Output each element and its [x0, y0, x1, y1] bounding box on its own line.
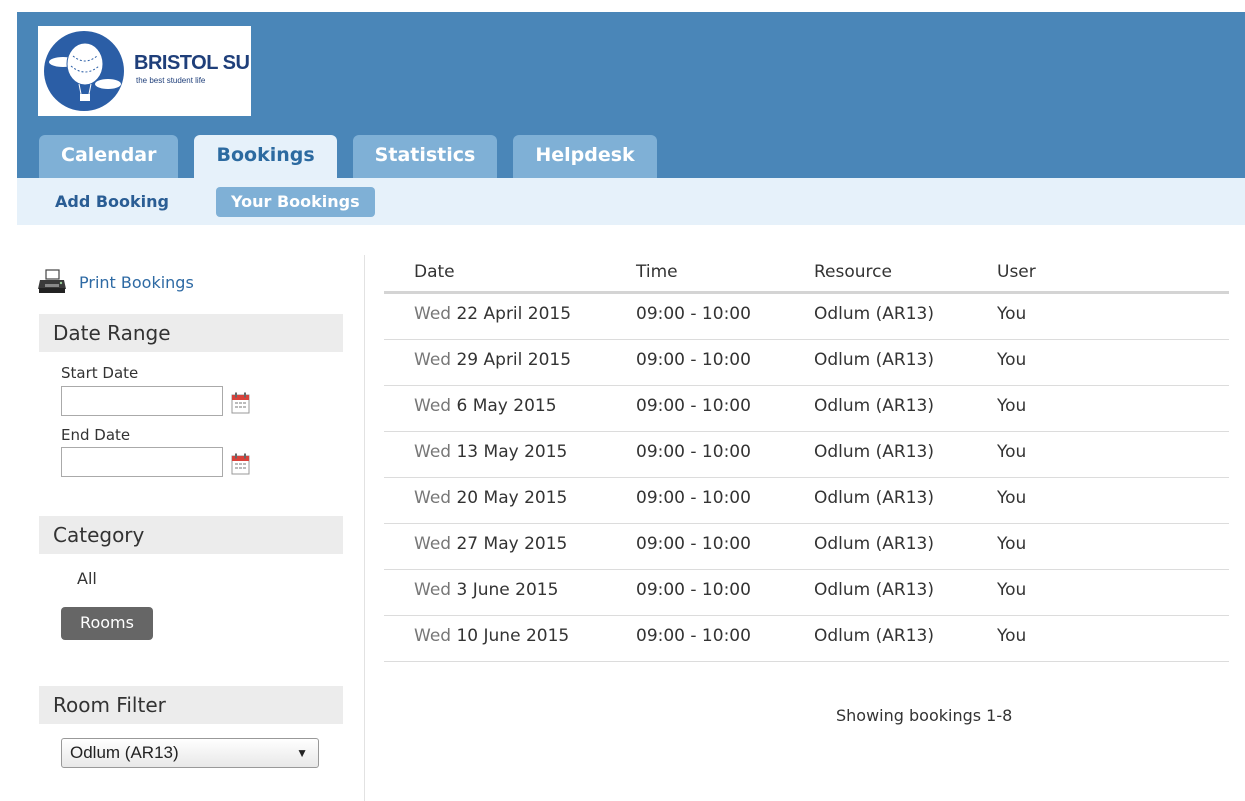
booking-resource: Odlum (AR13)	[814, 442, 934, 462]
table-row[interactable]: Wed 27 May 2015 09:00 - 10:00 Odlum (AR1…	[384, 524, 1229, 570]
booking-user: You	[997, 534, 1027, 554]
end-date-calendar-icon[interactable]	[231, 453, 250, 475]
table-row[interactable]: Wed 13 May 2015 09:00 - 10:00 Odlum (AR1…	[384, 432, 1229, 478]
booking-user: You	[997, 304, 1027, 324]
table-header: Date Time Resource User	[384, 255, 1229, 294]
category-all-option[interactable]: All	[77, 569, 97, 588]
booking-time: 09:00 - 10:00	[636, 304, 751, 324]
booking-time: 09:00 - 10:00	[636, 488, 751, 508]
booking-time: 09:00 - 10:00	[636, 580, 751, 600]
column-divider	[364, 255, 365, 801]
booking-date: Wed 3 June 2015	[414, 580, 559, 600]
booking-resource: Odlum (AR13)	[814, 626, 934, 646]
tab-calendar[interactable]: Calendar	[39, 135, 179, 178]
booking-time: 09:00 - 10:00	[636, 534, 751, 554]
booking-time: 09:00 - 10:00	[636, 350, 751, 370]
booking-user: You	[997, 580, 1027, 600]
booking-time: 09:00 - 10:00	[636, 442, 751, 462]
booking-user: You	[997, 396, 1027, 416]
room-filter-heading: Room Filter	[39, 686, 343, 724]
date-range-heading: Date Range	[39, 314, 343, 352]
start-date-label: Start Date	[61, 364, 139, 382]
brand-name: BRISTOL SU	[134, 52, 250, 74]
booking-date: Wed 6 May 2015	[414, 396, 557, 416]
bookings-summary: Showing bookings 1-8	[836, 706, 1013, 725]
tab-helpdesk[interactable]: Helpdesk	[513, 135, 657, 178]
end-date-label: End Date	[61, 426, 131, 444]
booking-date: Wed 10 June 2015	[414, 626, 570, 646]
sub-navigation: Add Booking Your Bookings	[17, 178, 1245, 225]
booking-time: 09:00 - 10:00	[636, 626, 751, 646]
booking-user: You	[997, 626, 1027, 646]
category-rooms-option[interactable]: Rooms	[61, 607, 153, 640]
category-heading: Category	[39, 516, 343, 554]
booking-user: You	[997, 488, 1027, 508]
table-row[interactable]: Wed 10 June 2015 09:00 - 10:00 Odlum (AR…	[384, 616, 1229, 662]
time-column-header[interactable]: Time	[636, 262, 678, 282]
table-row[interactable]: Wed 6 May 2015 09:00 - 10:00 Odlum (AR13…	[384, 386, 1229, 432]
print-bookings-label: Print Bookings	[79, 272, 194, 292]
start-date-calendar-icon[interactable]	[231, 392, 250, 414]
bristol-su-logo[interactable]: BRISTOL SU the best student life	[38, 26, 251, 116]
room-filter-select[interactable]: Odlum (AR13) ▼	[61, 738, 319, 768]
print-bookings-link[interactable]: Print Bookings	[37, 268, 194, 296]
user-column-header[interactable]: User	[997, 262, 1036, 282]
booking-resource: Odlum (AR13)	[814, 396, 934, 416]
booking-user: You	[997, 442, 1027, 462]
end-date-input[interactable]	[61, 447, 223, 477]
booking-date: Wed 13 May 2015	[414, 442, 568, 462]
booking-time: 09:00 - 10:00	[636, 396, 751, 416]
booking-resource: Odlum (AR13)	[814, 534, 934, 554]
table-row[interactable]: Wed 20 May 2015 09:00 - 10:00 Odlum (AR1…	[384, 478, 1229, 524]
booking-resource: Odlum (AR13)	[814, 304, 934, 324]
booking-date: Wed 27 May 2015	[414, 534, 568, 554]
booking-resource: Odlum (AR13)	[814, 488, 934, 508]
booking-resource: Odlum (AR13)	[814, 350, 934, 370]
table-row[interactable]: Wed 22 April 2015 09:00 - 10:00 Odlum (A…	[384, 294, 1229, 340]
booking-date: Wed 22 April 2015	[414, 304, 572, 324]
tab-bookings[interactable]: Bookings	[194, 135, 337, 178]
printer-icon	[38, 269, 66, 293]
date-column-header[interactable]: Date	[414, 262, 455, 282]
dropdown-arrow-icon: ▼	[296, 746, 308, 760]
brand-tagline: the best student life	[136, 76, 206, 85]
table-row[interactable]: Wed 3 June 2015 09:00 - 10:00 Odlum (AR1…	[384, 570, 1229, 616]
table-row[interactable]: Wed 29 April 2015 09:00 - 10:00 Odlum (A…	[384, 340, 1229, 386]
start-date-input[interactable]	[61, 386, 223, 416]
main-tabs: Calendar Bookings Statistics Helpdesk	[39, 135, 673, 178]
add-booking-link[interactable]: Add Booking	[55, 187, 169, 217]
booking-resource: Odlum (AR13)	[814, 580, 934, 600]
room-filter-value: Odlum (AR13)	[70, 743, 179, 762]
tab-statistics[interactable]: Statistics	[352, 135, 498, 178]
booking-date: Wed 29 April 2015	[414, 350, 572, 370]
site-header: BRISTOL SU the best student life Calenda…	[17, 12, 1245, 178]
your-bookings-link[interactable]: Your Bookings	[216, 187, 375, 217]
booking-user: You	[997, 350, 1027, 370]
booking-date: Wed 20 May 2015	[414, 488, 568, 508]
resource-column-header[interactable]: Resource	[814, 262, 892, 282]
